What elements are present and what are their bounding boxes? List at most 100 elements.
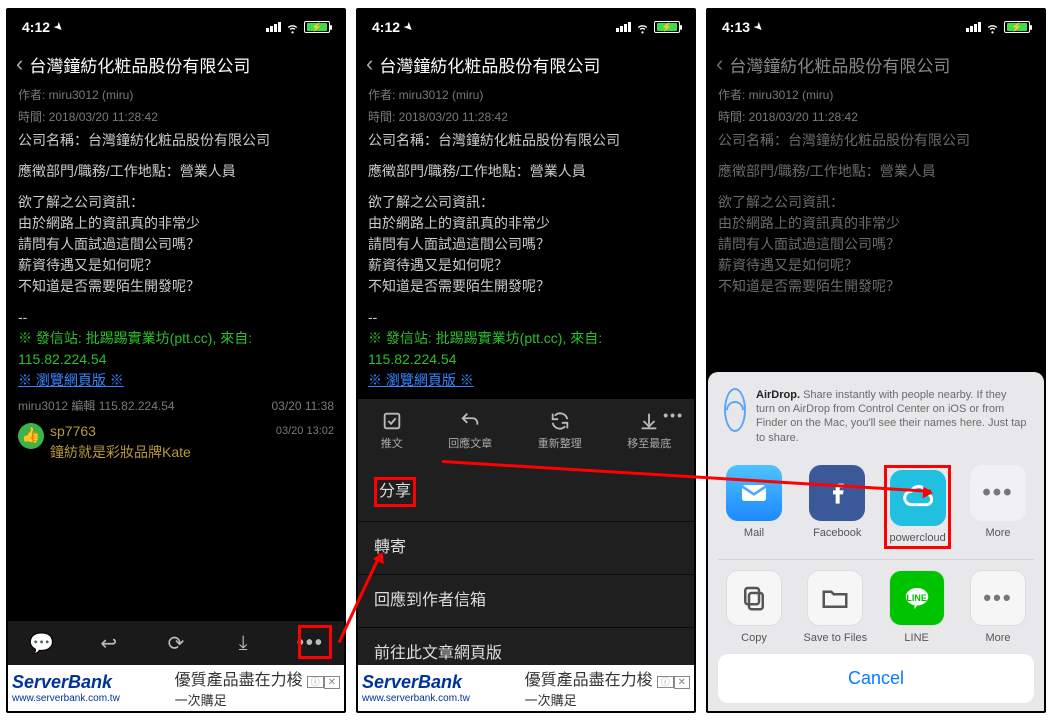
post-line: 請問有人面試過這間公司嗎？ [368,236,550,252]
share-actions-row: Copy Save to Files LINE LINE ••• More [718,559,1034,644]
more-icon: ••• [970,465,1026,521]
share-apps-row: Mail Facebook powercloud ••• More [718,459,1034,559]
post-line: 公司名稱：台灣鐘紡化粧品股份有限公司 [718,130,1034,151]
page-title: 台灣鐘紡化粧品股份有限公司 [729,52,950,77]
sig-origin: ※ 發信站: 批踢踢實業坊(ptt.cc), 來自: [368,330,602,346]
title-bar: ‹ 台灣鐘紡化粧品股份有限公司 [708,44,1044,84]
action-bar: ••• 推文 回應文章 重新整理 移至最底 [358,399,694,463]
ad-tag-icon: ⓘ [307,676,324,688]
action-copy[interactable]: Copy [718,570,790,644]
post-line: 欲了解之公司資訊： [718,194,844,210]
reply-arrow-icon[interactable]: ↩ [89,631,129,656]
post-line: 欲了解之公司資訊： [368,194,494,210]
ad-logo: ServerBank [362,672,462,692]
folder-icon [807,570,863,626]
author-line: 作者: miru3012 (miru) [368,86,684,104]
line-icon: LINE [889,570,945,626]
ad-line2: 一次購足 [175,693,227,708]
thumbs-up-icon: 👍 [18,423,44,449]
wifi-icon [635,20,650,35]
location-icon: ➤ [51,20,65,34]
more-icon[interactable]: ••• [663,405,684,426]
phone-2: 4:12➤ ⚡ ‹ 台灣鐘紡化粧品股份有限公司 作者: miru3012 (mi… [356,8,696,713]
location-icon: ➤ [751,20,765,34]
sig-sep: -- [18,307,334,328]
phone-3: 4:13➤ ⚡ ‹ 台灣鐘紡化粧品股份有限公司 作者: miru3012 (mi… [706,8,1046,713]
time-line: 時間: 2018/03/20 11:28:42 [368,108,684,126]
comment-icon[interactable]: 💬 [22,631,62,656]
action-save-files[interactable]: Save to Files [799,570,871,644]
share-facebook[interactable]: Facebook [801,465,873,549]
ad-banner[interactable]: ServerBank www.serverbank.com.tw 優質產品盡在力… [8,665,344,711]
cancel-button[interactable]: Cancel [718,654,1034,703]
post-content: 作者: miru3012 (miru) 時間: 2018/03/20 11:28… [8,84,344,621]
reply-time: 03/20 13:02 [276,423,334,440]
battery-icon: ⚡ [304,21,330,33]
page-title: 台灣鐘紡化粧品股份有限公司 [29,52,250,77]
menu-reply-author[interactable]: 回應到作者信箱 [358,575,694,628]
edit-info: miru3012 編輯 115.82.224.54 [18,397,175,415]
ad-close-icon[interactable]: ✕ [674,676,690,689]
mail-icon [726,465,782,521]
web-link[interactable]: ※ 瀏覽網頁版 ※ [368,370,684,391]
ad-line2: 一次購足 [525,693,577,708]
post-line: 由於網路上的資訊真的非常少 [718,215,900,231]
status-bar: 4:12➤ ⚡ [358,10,694,44]
back-icon[interactable]: ‹ [16,51,23,77]
reply-author: sp7763 [50,421,96,442]
post-line: 公司名稱：台灣鐘紡化粧品股份有限公司 [18,130,334,151]
ad-logo: ServerBank [12,672,112,692]
cell-signal-icon [616,22,631,32]
clock: 4:12 [372,19,400,35]
battery-icon: ⚡ [1004,21,1030,33]
refresh-icon[interactable]: ⟳ [156,631,196,656]
post-line: 不知道是否需要陌生開發呢？ [368,278,550,294]
action-line[interactable]: LINE LINE [881,570,953,644]
highlight-more [298,625,332,659]
reply-item: 👍 sp7763 03/20 13:02 鐘紡就是彩妝品牌Kate [18,421,334,463]
action-more[interactable]: ••• More [962,570,1034,644]
reply-article-button[interactable]: 回應文章 [448,410,492,453]
post-line: 由於網路上的資訊真的非常少 [368,215,550,231]
clock: 4:13 [722,19,750,35]
ad-close-icon[interactable]: ✕ [324,676,340,689]
back-icon[interactable]: ‹ [366,51,373,77]
post-line: 由於網路上的資訊真的非常少 [18,215,200,231]
wifi-icon [285,20,300,35]
copy-icon [726,570,782,626]
download-icon[interactable]: ⤓ [223,632,263,655]
cell-signal-icon [966,22,981,32]
push-button[interactable]: 推文 [381,410,403,453]
menu-goto-web[interactable]: 前往此文章網頁版 [358,628,694,665]
post-line: 不知道是否需要陌生開發呢？ [18,278,200,294]
airdrop-label: AirDrop. [756,389,800,401]
refresh-button[interactable]: 重新整理 [538,410,582,453]
menu-forward[interactable]: 轉寄 [358,522,694,575]
sig-ip: 115.82.224.54 [18,351,107,367]
ad-banner[interactable]: ServerBank www.serverbank.com.tw 優質產品盡在力… [358,665,694,711]
post-line: 請問有人面試過這間公司嗎？ [718,236,900,252]
ad-url: www.serverbank.com.tw [12,693,120,704]
post-line: 公司名稱：台灣鐘紡化粧品股份有限公司 [368,130,684,151]
ad-line1: 優質產品盡在力梭 [525,672,653,689]
share-powercloud[interactable]: powercloud [884,465,950,549]
title-bar: ‹ 台灣鐘紡化粧品股份有限公司 [358,44,694,84]
cell-signal-icon [266,22,281,32]
battery-icon: ⚡ [654,21,680,33]
share-more[interactable]: ••• More [962,465,1034,549]
post-line: 薪資待遇又是如何呢？ [368,257,508,273]
facebook-icon [809,465,865,521]
wifi-icon [985,20,1000,35]
back-icon[interactable]: ‹ [716,51,723,77]
edit-time: 03/20 11:38 [271,397,334,415]
post-line: 應徵部門/職務/工作地點：營業人員 [368,161,684,182]
powercloud-icon [890,470,946,526]
page-title: 台灣鐘紡化粧品股份有限公司 [379,52,600,77]
more-icon: ••• [970,570,1026,626]
post-content: 作者: miru3012 (miru) 時間: 2018/03/20 11:28… [358,84,694,665]
web-link[interactable]: ※ 瀏覽網頁版 ※ [18,370,334,391]
post-line: 薪資待遇又是如何呢？ [718,257,858,273]
airdrop-icon [724,388,746,432]
airdrop-row[interactable]: AirDrop. Share instantly with people nea… [718,384,1034,459]
phone-1: 4:12➤ ⚡ ‹ 台灣鐘紡化粧品股份有限公司 作者: miru3012 (mi… [6,8,346,713]
